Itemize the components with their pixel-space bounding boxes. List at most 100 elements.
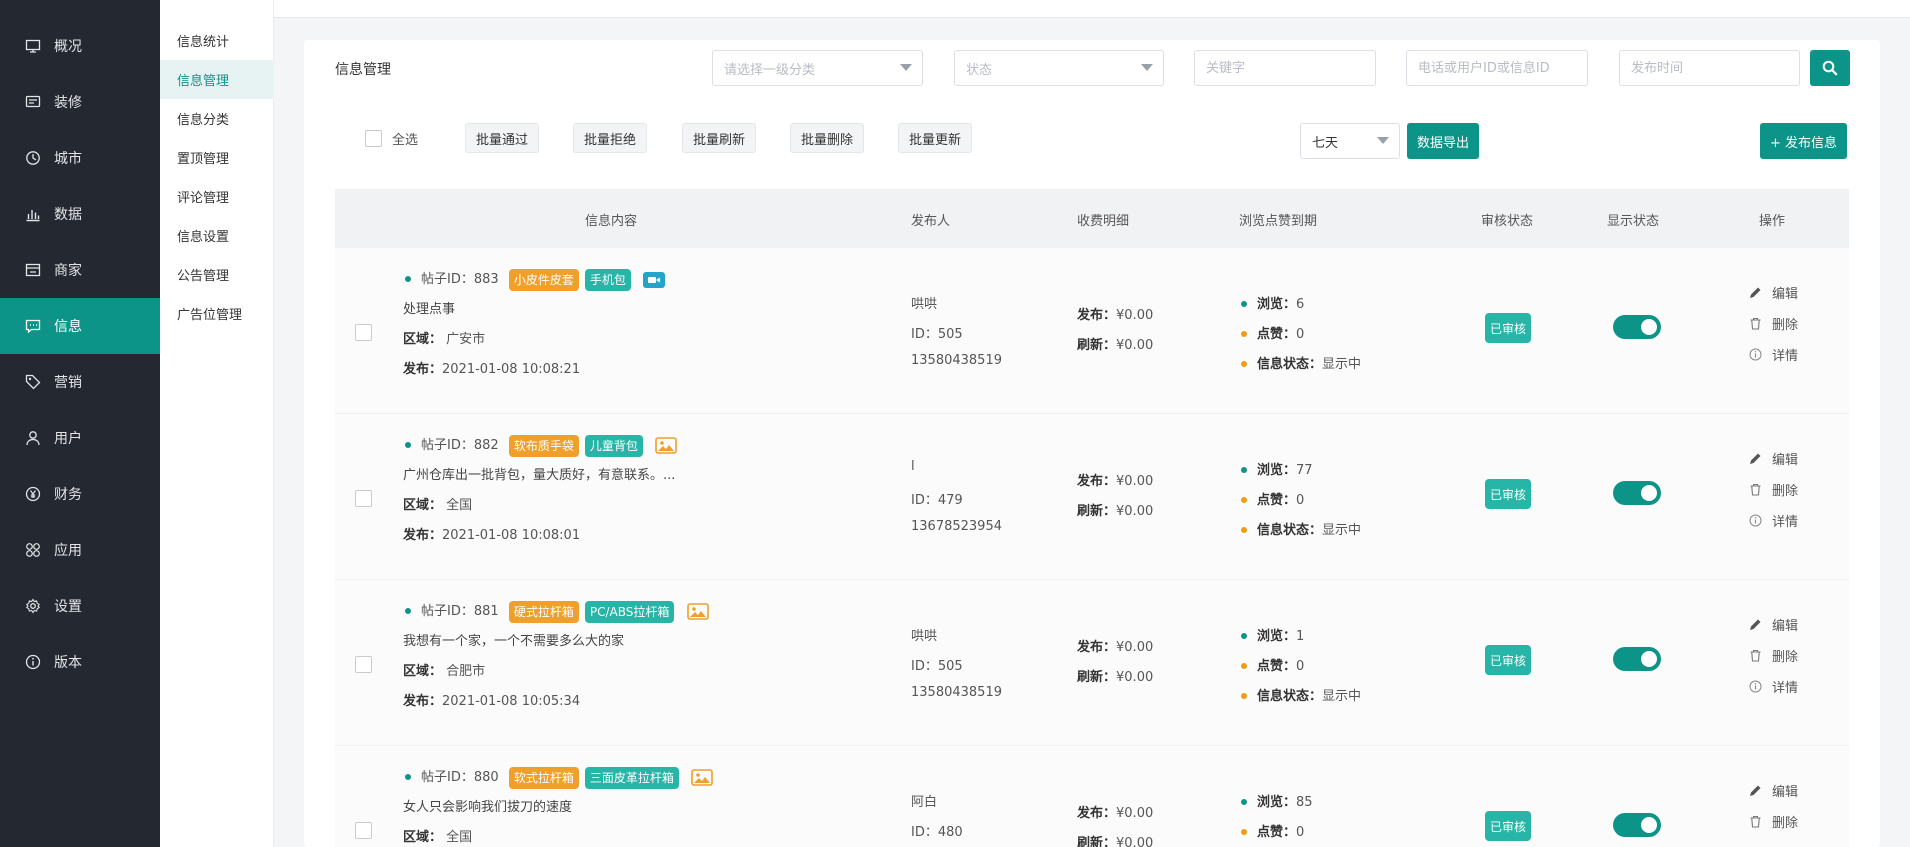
- edit-action[interactable]: 编辑: [1749, 615, 1798, 634]
- publish-fee-line: 发布：¥0.00: [1077, 636, 1153, 655]
- bullet-dot: [1241, 828, 1247, 835]
- subnav-item-info-settings[interactable]: 信息设置: [160, 216, 274, 255]
- subnav-item-comments[interactable]: 评论管理: [160, 177, 274, 216]
- select-all[interactable]: 全选: [365, 129, 418, 148]
- search-icon: [1822, 60, 1838, 76]
- subnav-item-ad-slots[interactable]: 广告位管理: [160, 294, 274, 333]
- subnav-item-pinned[interactable]: 置顶管理: [160, 138, 274, 177]
- category-select[interactable]: 请选择一级分类: [712, 50, 923, 86]
- nav-item-version[interactable]: 版本: [0, 634, 160, 690]
- period-select[interactable]: 七天: [1300, 123, 1400, 159]
- table-row: 帖子ID：880 软式拉杆箱 三面皮革拉杆箱 女人只会影响我们拔刀的速度 区域： …: [335, 746, 1849, 847]
- row-checkbox[interactable]: [355, 656, 372, 673]
- bullet-dot: [1241, 466, 1247, 473]
- column-header: 显示状态: [1607, 214, 1660, 229]
- subnav-item-manage[interactable]: 信息管理: [160, 60, 274, 99]
- display-toggle[interactable]: [1613, 647, 1661, 671]
- search-button[interactable]: [1810, 50, 1850, 86]
- page-title: 信息管理: [335, 62, 391, 78]
- audit-status-badge: 已审核: [1485, 811, 1531, 841]
- nav-item-overview[interactable]: 概况: [0, 18, 160, 74]
- row-checkbox[interactable]: [355, 490, 372, 507]
- toggle-knob: [1641, 485, 1657, 501]
- edit-action[interactable]: 编辑: [1749, 283, 1798, 302]
- display-toggle[interactable]: [1613, 813, 1661, 837]
- refresh-fee-line: 刷新：¥0.00: [1077, 500, 1153, 519]
- refresh-fee-label: 刷新：: [1077, 670, 1117, 685]
- subnav-item-category[interactable]: 信息分类: [160, 99, 274, 138]
- publish-line: 发布：2021-01-08 10:08:01: [403, 524, 580, 543]
- nav-item-apps[interactable]: 应用: [0, 522, 160, 578]
- publisher-name: 哄哄: [911, 629, 938, 644]
- likes-value: 0: [1296, 327, 1305, 342]
- column-header: 审核状态: [1481, 214, 1534, 229]
- nav-item-store[interactable]: 商家: [0, 242, 160, 298]
- views-label: 浏览：: [1257, 463, 1297, 478]
- nav-item-settings[interactable]: 设置: [0, 578, 160, 634]
- delete-action[interactable]: 删除: [1749, 646, 1798, 665]
- region-label: 区域：: [403, 332, 443, 347]
- publish-date-input[interactable]: [1619, 50, 1800, 86]
- detail-action[interactable]: 详情: [1749, 677, 1798, 696]
- column-header: 收费明细: [1077, 214, 1130, 229]
- batch-update-button[interactable]: 批量更新: [898, 123, 973, 153]
- publish-date: 2021-01-08 10:05:34: [442, 694, 581, 709]
- subnav-item-stats[interactable]: 信息统计: [160, 21, 274, 60]
- edit-action[interactable]: 编辑: [1749, 781, 1798, 800]
- publisher-name: l: [911, 459, 915, 474]
- refresh-fee-value: ¥0.00: [1116, 836, 1154, 847]
- column-header: 发布人: [911, 214, 951, 229]
- publisher-id: ID：480: [911, 825, 963, 840]
- nav-item-city[interactable]: 城市: [0, 130, 160, 186]
- nav-item-user[interactable]: 用户: [0, 410, 160, 466]
- delete-action[interactable]: 删除: [1749, 314, 1798, 333]
- batch-refresh-button[interactable]: 批量刷新: [682, 123, 757, 153]
- bullet-dot: [1241, 662, 1247, 669]
- select-all-checkbox[interactable]: [365, 130, 382, 147]
- nav-item-data[interactable]: 数据: [0, 186, 160, 242]
- delete-label: 删除: [1772, 650, 1799, 665]
- detail-action[interactable]: 详情: [1749, 511, 1798, 530]
- post-id-label: 帖子ID：: [421, 770, 474, 785]
- nav-item-marketing[interactable]: 营销: [0, 354, 160, 410]
- phone-id-input[interactable]: [1406, 50, 1588, 86]
- edit-action[interactable]: 编辑: [1749, 449, 1798, 468]
- delete-action[interactable]: 删除: [1749, 812, 1798, 831]
- batch-reject-button[interactable]: 批量拒绝: [573, 123, 648, 153]
- publish-line: 发布：2021-01-08 10:05:34: [403, 690, 580, 709]
- nav-item-decorate[interactable]: 装修: [0, 74, 160, 130]
- delete-action[interactable]: 删除: [1749, 480, 1798, 499]
- category-tag: 硬式拉杆箱: [508, 600, 579, 623]
- nav-item-finance[interactable]: 财务: [0, 466, 160, 522]
- nav-label: 版本: [54, 655, 82, 671]
- row-checkbox[interactable]: [355, 324, 372, 341]
- status-select[interactable]: 状态: [954, 50, 1164, 86]
- batch-approve-button[interactable]: 批量通过: [465, 123, 540, 153]
- post-id-label: 帖子ID：: [421, 438, 474, 453]
- post-id-value: 883: [473, 272, 499, 287]
- views-line: 浏览：1: [1241, 625, 1304, 644]
- post-text: 女人只会影响我们拔刀的速度: [403, 800, 573, 815]
- detail-label: 详情: [1772, 515, 1799, 530]
- views-value: 85: [1296, 795, 1313, 810]
- display-toggle[interactable]: [1613, 315, 1661, 339]
- edit-label: 编辑: [1772, 619, 1799, 634]
- dashboard-icon: [24, 37, 42, 55]
- nav-label: 概况: [54, 39, 82, 55]
- subnav-item-notices[interactable]: 公告管理: [160, 255, 274, 294]
- publish-fee-label: 发布：: [1077, 308, 1117, 323]
- nav-label: 应用: [54, 543, 82, 559]
- nav-item-info[interactable]: 信息: [0, 298, 160, 354]
- keyword-input[interactable]: [1194, 50, 1376, 86]
- info-status-line: 信息状态：显示中: [1241, 519, 1361, 538]
- info-status-value: 显示中: [1322, 689, 1362, 704]
- batch-delete-button[interactable]: 批量删除: [790, 123, 865, 153]
- nav-label: 设置: [54, 599, 82, 615]
- publish-button[interactable]: + 发布信息: [1760, 123, 1848, 159]
- row-checkbox[interactable]: [355, 822, 372, 839]
- detail-action[interactable]: 详情: [1749, 345, 1798, 364]
- post-id-line: 帖子ID：881 硬式拉杆箱 PC/ABS拉杆箱: [405, 600, 709, 623]
- display-toggle[interactable]: [1613, 481, 1661, 505]
- bullet-dot: [1241, 496, 1247, 503]
- export-button[interactable]: 数据导出: [1407, 123, 1480, 159]
